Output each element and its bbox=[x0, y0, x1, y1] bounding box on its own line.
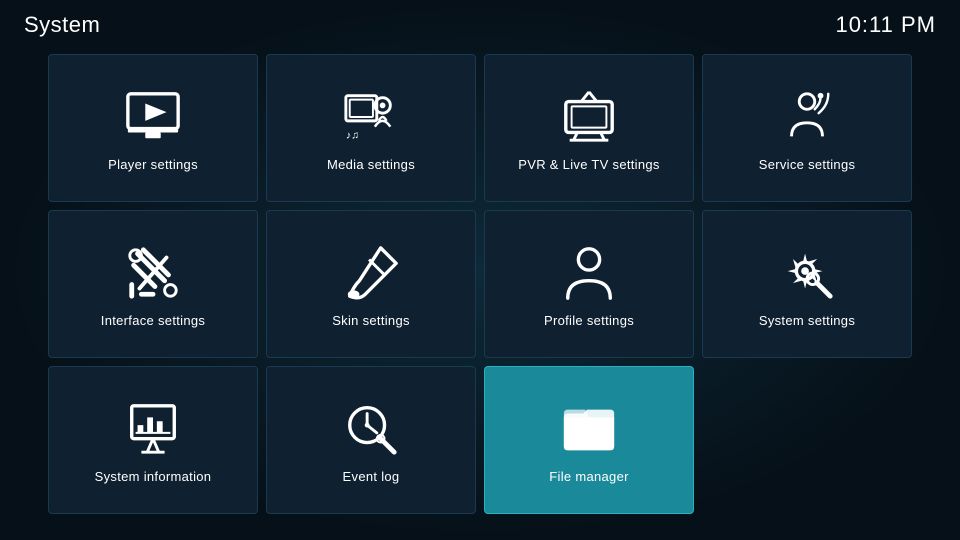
tile-profile-settings-label: Profile settings bbox=[544, 313, 634, 328]
tile-player-settings-label: Player settings bbox=[108, 157, 198, 172]
page-title: System bbox=[24, 12, 100, 38]
clock-search-icon bbox=[342, 396, 400, 461]
person-icon bbox=[560, 240, 618, 305]
tile-system-settings[interactable]: System settings bbox=[702, 210, 912, 358]
header: System 10:11 PM bbox=[0, 0, 960, 46]
svg-text:♪♫: ♪♫ bbox=[346, 129, 359, 141]
tile-pvr-settings-label: PVR & Live TV settings bbox=[518, 157, 659, 172]
wifi-person-icon bbox=[778, 84, 836, 149]
tile-pvr-settings[interactable]: PVR & Live TV settings bbox=[484, 54, 694, 202]
tile-system-settings-label: System settings bbox=[759, 313, 855, 328]
tile-file-manager-label: File manager bbox=[549, 469, 628, 484]
tile-system-information-label: System information bbox=[95, 469, 212, 484]
tv-icon bbox=[560, 84, 618, 149]
tile-skin-settings[interactable]: Skin settings bbox=[266, 210, 476, 358]
chart-board-icon bbox=[124, 396, 182, 461]
tile-file-manager[interactable]: File manager bbox=[484, 366, 694, 514]
tile-service-settings-label: Service settings bbox=[759, 157, 856, 172]
settings-grid: Player settings ♪♫ Media settings bbox=[0, 46, 960, 522]
tile-interface-settings-label: Interface settings bbox=[101, 313, 205, 328]
paintbrush-icon bbox=[342, 240, 400, 305]
tile-media-settings[interactable]: ♪♫ Media settings bbox=[266, 54, 476, 202]
media-icon: ♪♫ bbox=[342, 84, 400, 149]
system-page: System 10:11 PM Player settings ♪♫ bbox=[0, 0, 960, 540]
tile-profile-settings[interactable]: Profile settings bbox=[484, 210, 694, 358]
gear-wrench-icon bbox=[778, 240, 836, 305]
tile-system-information[interactable]: System information bbox=[48, 366, 258, 514]
tile-media-settings-label: Media settings bbox=[327, 157, 415, 172]
tile-service-settings[interactable]: Service settings bbox=[702, 54, 912, 202]
tile-skin-settings-label: Skin settings bbox=[332, 313, 410, 328]
tile-player-settings[interactable]: Player settings bbox=[48, 54, 258, 202]
tile-event-log[interactable]: Event log bbox=[266, 366, 476, 514]
monitor-play-icon bbox=[124, 84, 182, 149]
clock: 10:11 PM bbox=[835, 12, 936, 38]
folder-icon bbox=[560, 396, 618, 461]
tile-interface-settings[interactable]: Interface settings bbox=[48, 210, 258, 358]
tile-event-log-label: Event log bbox=[343, 469, 400, 484]
interface-icon bbox=[124, 240, 182, 305]
